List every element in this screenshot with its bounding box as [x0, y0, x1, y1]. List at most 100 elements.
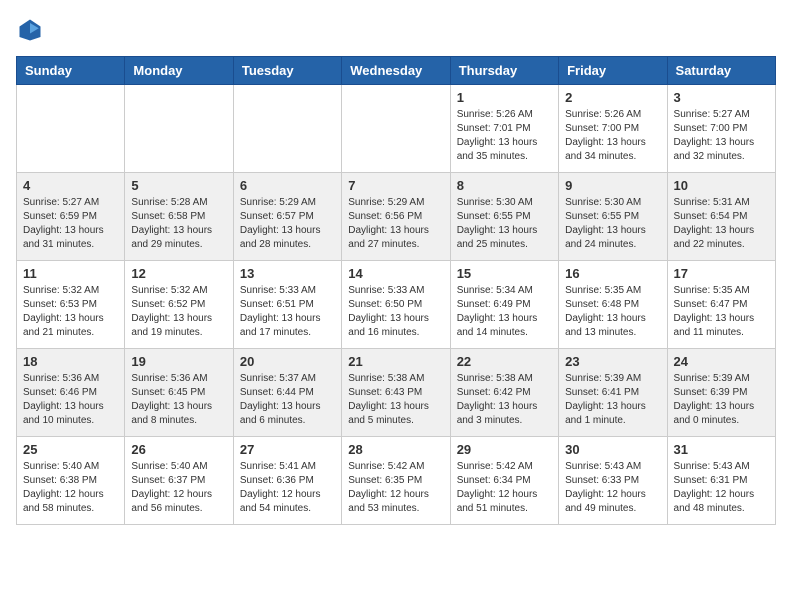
day-info: Sunrise: 5:35 AM Sunset: 6:47 PM Dayligh…: [674, 284, 769, 340]
calendar-cell: 26Sunrise: 5:40 AM Sunset: 6:37 PM Dayli…: [125, 437, 233, 525]
day-number: 22: [457, 354, 552, 369]
day-info: Sunrise: 5:39 AM Sunset: 6:39 PM Dayligh…: [674, 372, 769, 428]
day-info: Sunrise: 5:34 AM Sunset: 6:49 PM Dayligh…: [457, 284, 552, 340]
calendar-cell: 28 Sunrise: 5:42 AM Sunset: 6:35 PM Dayli…: [342, 437, 450, 525]
calendar-cell: 24 Sunrise: 5:39 AM Sunset: 6:39 PM Dayli…: [667, 349, 775, 437]
day-info: Sunrise: 5:35 AM Sunset: 6:48 PM Dayligh…: [565, 284, 660, 340]
calendar-cell: 16 Sunrise: 5:35 AM Sunset: 6:48 PM Dayli…: [559, 261, 667, 349]
calendar-cell: 3 Sunrise: 5:27 AM Sunset: 7:00 PM Daylig…: [667, 85, 775, 173]
calendar-cell: 9 Sunrise: 5:30 AM Sunset: 6:55 PM Daylig…: [559, 173, 667, 261]
day-number: 9: [565, 178, 660, 193]
day-info: Sunrise: 5:26 AM Sunset: 7:01 PM Dayligh…: [457, 108, 552, 164]
calendar-cell: 29 Sunrise: 5:42 AM Sunset: 6:34 PM Dayli…: [450, 437, 558, 525]
day-info: Sunrise: 5:43 AM Sunset: 6:31 PM Dayligh…: [674, 460, 769, 516]
calendar-cell: 1 Sunrise: 5:26 AM Sunset: 7:01 PM Daylig…: [450, 85, 558, 173]
calendar-cell: 17 Sunrise: 5:35 AM Sunset: 6:47 PM Dayli…: [667, 261, 775, 349]
day-number: 25: [23, 442, 118, 457]
day-number: 21: [348, 354, 443, 369]
calendar-week-row: 11 Sunrise: 5:32 AM Sunset: 6:53 PM Dayli…: [17, 261, 776, 349]
day-info: Sunrise: 5:38 AM Sunset: 6:43 PM Dayligh…: [348, 372, 443, 428]
day-info: Sunrise: 5:26 AM Sunset: 7:00 PM Dayligh…: [565, 108, 660, 164]
calendar-cell: 11 Sunrise: 5:32 AM Sunset: 6:53 PM Dayli…: [17, 261, 125, 349]
calendar-cell: 10 Sunrise: 5:31 AM Sunset: 6:54 PM Dayli…: [667, 173, 775, 261]
page-header: [16, 16, 776, 44]
day-info: Sunrise: 5:40 AM Sunset: 6:38 PM Dayligh…: [23, 460, 118, 516]
day-number: 19: [131, 354, 226, 369]
calendar-cell: 23Sunrise: 5:39 AM Sunset: 6:41 PM Dayli…: [559, 349, 667, 437]
calendar-cell: 21 Sunrise: 5:38 AM Sunset: 6:43 PM Dayli…: [342, 349, 450, 437]
day-header: Thursday: [450, 57, 558, 85]
day-info: Sunrise: 5:27 AM Sunset: 6:59 PM Dayligh…: [23, 196, 118, 252]
calendar-cell: 19Sunrise: 5:36 AM Sunset: 6:45 PM Dayli…: [125, 349, 233, 437]
day-info: Sunrise: 5:33 AM Sunset: 6:51 PM Dayligh…: [240, 284, 335, 340]
day-info: Sunrise: 5:38 AM Sunset: 6:42 PM Dayligh…: [457, 372, 552, 428]
day-number: 17: [674, 266, 769, 281]
day-info: Sunrise: 5:32 AM Sunset: 6:53 PM Dayligh…: [23, 284, 118, 340]
day-info: Sunrise: 5:27 AM Sunset: 7:00 PM Dayligh…: [674, 108, 769, 164]
day-header: Wednesday: [342, 57, 450, 85]
day-info: Sunrise: 5:28 AM Sunset: 6:58 PM Dayligh…: [131, 196, 226, 252]
day-header: Tuesday: [233, 57, 341, 85]
day-number: 29: [457, 442, 552, 457]
calendar-cell: [233, 85, 341, 173]
calendar-week-row: 18 Sunrise: 5:36 AM Sunset: 6:46 PM Dayli…: [17, 349, 776, 437]
day-info: Sunrise: 5:42 AM Sunset: 6:34 PM Dayligh…: [457, 460, 552, 516]
day-header: Saturday: [667, 57, 775, 85]
day-info: Sunrise: 5:37 AM Sunset: 6:44 PM Dayligh…: [240, 372, 335, 428]
day-info: Sunrise: 5:41 AM Sunset: 6:36 PM Dayligh…: [240, 460, 335, 516]
day-info: Sunrise: 5:42 AM Sunset: 6:35 PM Dayligh…: [348, 460, 443, 516]
calendar-cell: 12Sunrise: 5:32 AM Sunset: 6:52 PM Dayli…: [125, 261, 233, 349]
day-info: Sunrise: 5:33 AM Sunset: 6:50 PM Dayligh…: [348, 284, 443, 340]
day-number: 28: [348, 442, 443, 457]
calendar-week-row: 4 Sunrise: 5:27 AM Sunset: 6:59 PM Daylig…: [17, 173, 776, 261]
calendar-cell: 22 Sunrise: 5:38 AM Sunset: 6:42 PM Dayli…: [450, 349, 558, 437]
day-info: Sunrise: 5:40 AM Sunset: 6:37 PM Dayligh…: [131, 460, 226, 516]
calendar-cell: 25 Sunrise: 5:40 AM Sunset: 6:38 PM Dayli…: [17, 437, 125, 525]
logo: [16, 16, 48, 44]
day-number: 11: [23, 266, 118, 281]
day-info: Sunrise: 5:30 AM Sunset: 6:55 PM Dayligh…: [565, 196, 660, 252]
day-info: Sunrise: 5:43 AM Sunset: 6:33 PM Dayligh…: [565, 460, 660, 516]
day-number: 16: [565, 266, 660, 281]
day-number: 4: [23, 178, 118, 193]
day-number: 1: [457, 90, 552, 105]
calendar-cell: [125, 85, 233, 173]
calendar-cell: 27Sunrise: 5:41 AM Sunset: 6:36 PM Dayli…: [233, 437, 341, 525]
day-number: 31: [674, 442, 769, 457]
day-info: Sunrise: 5:29 AM Sunset: 6:57 PM Dayligh…: [240, 196, 335, 252]
calendar-cell: 4 Sunrise: 5:27 AM Sunset: 6:59 PM Daylig…: [17, 173, 125, 261]
day-number: 3: [674, 90, 769, 105]
calendar-cell: 7Sunrise: 5:29 AM Sunset: 6:56 PM Daylig…: [342, 173, 450, 261]
calendar-cell: 5 Sunrise: 5:28 AM Sunset: 6:58 PM Daylig…: [125, 173, 233, 261]
day-number: 15: [457, 266, 552, 281]
day-header: Friday: [559, 57, 667, 85]
calendar-cell: 15 Sunrise: 5:34 AM Sunset: 6:49 PM Dayli…: [450, 261, 558, 349]
day-info: Sunrise: 5:32 AM Sunset: 6:52 PM Dayligh…: [131, 284, 226, 340]
day-info: Sunrise: 5:36 AM Sunset: 6:46 PM Dayligh…: [23, 372, 118, 428]
calendar-cell: 14 Sunrise: 5:33 AM Sunset: 6:50 PM Dayli…: [342, 261, 450, 349]
day-header: Monday: [125, 57, 233, 85]
day-number: 24: [674, 354, 769, 369]
day-number: 5: [131, 178, 226, 193]
day-info: Sunrise: 5:29 AM Sunset: 6:56 PM Dayligh…: [348, 196, 443, 252]
calendar-header-row: SundayMondayTuesdayWednesdayThursdayFrid…: [17, 57, 776, 85]
calendar-cell: 30 Sunrise: 5:43 AM Sunset: 6:33 PM Dayli…: [559, 437, 667, 525]
day-number: 14: [348, 266, 443, 281]
calendar-week-row: 1 Sunrise: 5:26 AM Sunset: 7:01 PM Daylig…: [17, 85, 776, 173]
calendar-table: SundayMondayTuesdayWednesdayThursdayFrid…: [16, 56, 776, 525]
day-header: Sunday: [17, 57, 125, 85]
day-info: Sunrise: 5:31 AM Sunset: 6:54 PM Dayligh…: [674, 196, 769, 252]
day-number: 20: [240, 354, 335, 369]
day-number: 13: [240, 266, 335, 281]
day-info: Sunrise: 5:39 AM Sunset: 6:41 PM Dayligh…: [565, 372, 660, 428]
day-number: 10: [674, 178, 769, 193]
calendar-cell: 13 Sunrise: 5:33 AM Sunset: 6:51 PM Dayli…: [233, 261, 341, 349]
calendar-week-row: 25 Sunrise: 5:40 AM Sunset: 6:38 PM Dayli…: [17, 437, 776, 525]
day-number: 30: [565, 442, 660, 457]
day-number: 18: [23, 354, 118, 369]
calendar-cell: 31 Sunrise: 5:43 AM Sunset: 6:31 PM Dayli…: [667, 437, 775, 525]
calendar-cell: 6Sunrise: 5:29 AM Sunset: 6:57 PM Daylig…: [233, 173, 341, 261]
day-number: 2: [565, 90, 660, 105]
calendar-cell: [342, 85, 450, 173]
day-number: 8: [457, 178, 552, 193]
